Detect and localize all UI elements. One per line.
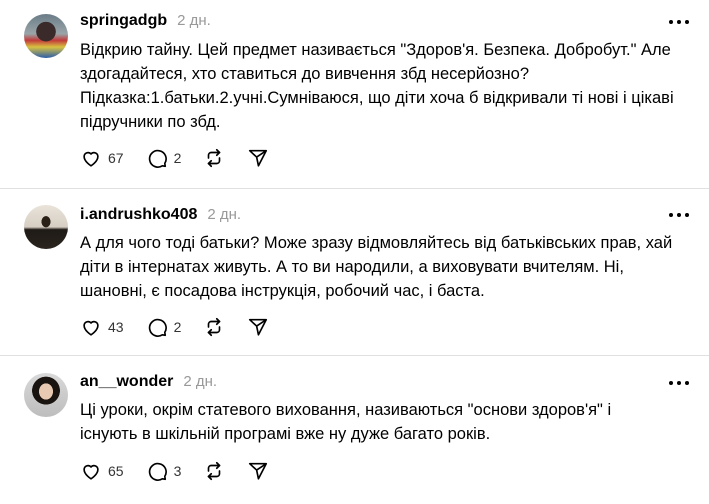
post-text-line: Ці уроки, окрім статевого виховання, наз…: [80, 401, 612, 419]
send-icon: [249, 149, 268, 167]
post-text-line: А для чого тоді батьки? Може зразу відмо…: [80, 234, 673, 252]
repost-button[interactable]: [203, 316, 225, 338]
reply-button[interactable]: 2: [146, 316, 182, 338]
more-icon[interactable]: [669, 207, 689, 223]
post-text-line: шановні, є посадова інструкція, робочий …: [80, 282, 485, 300]
post-header: an__wonder 2 дн.: [80, 373, 217, 391]
divider: [0, 355, 709, 356]
more-icon[interactable]: [669, 14, 689, 30]
action-bar: 43 2: [80, 316, 291, 338]
like-count: 67: [108, 150, 124, 166]
repost-button[interactable]: [203, 147, 225, 169]
heart-icon: [83, 151, 99, 167]
comment-icon: [148, 462, 167, 481]
username[interactable]: an__wonder: [80, 373, 173, 391]
username[interactable]: springadgb: [80, 12, 167, 30]
repost-icon: [208, 461, 221, 481]
username[interactable]: i.andrushko408: [80, 206, 197, 224]
post-header: springadgb 2 дн.: [80, 12, 211, 30]
reply-count: 2: [173, 150, 182, 166]
share-button[interactable]: [247, 147, 269, 169]
divider: [0, 188, 709, 189]
like-count: 43: [108, 319, 124, 335]
post-text-line: діти в інтернатах живуть. А то ви народи…: [80, 258, 624, 276]
reply-count: 2: [173, 319, 182, 335]
repost-icon: [208, 317, 221, 337]
send-icon: [249, 462, 268, 480]
post-text-line: Відкрию тайну. Цей предмет називається "…: [80, 41, 671, 59]
heart-icon: [83, 464, 99, 480]
like-button[interactable]: 65: [80, 460, 124, 482]
post-header: i.andrushko408 2 дн.: [80, 206, 241, 224]
action-bar: 65 3: [80, 460, 291, 482]
share-button[interactable]: [247, 316, 269, 338]
action-bar: 67 2: [80, 147, 291, 169]
reply-button[interactable]: 3: [146, 460, 182, 482]
post-text-line: підручники по збд.: [80, 113, 221, 131]
like-count: 65: [108, 463, 124, 479]
timestamp[interactable]: 2 дн.: [207, 206, 241, 223]
replies-feed: springadgb 2 дн. Відкрию тайну. Цей пред…: [0, 0, 709, 504]
more-icon[interactable]: [669, 375, 689, 391]
avatar[interactable]: [24, 14, 68, 58]
like-button[interactable]: 43: [80, 316, 124, 338]
share-button[interactable]: [247, 460, 269, 482]
timestamp[interactable]: 2 дн.: [177, 12, 211, 29]
post-text: Ці уроки, окрім статевого виховання, наз…: [80, 398, 680, 446]
post-text: Відкрию тайну. Цей предмет називається "…: [80, 38, 680, 134]
comment-icon: [148, 318, 167, 337]
repost-icon: [208, 148, 221, 168]
reply-count: 3: [173, 463, 182, 479]
post-text-line: здогадайтеся, хто ставиться до вивчення …: [80, 65, 530, 83]
reply-button[interactable]: 2: [146, 147, 182, 169]
send-icon: [249, 318, 268, 336]
post-text-line: існують в шкільній програмі вже ну дуже …: [80, 425, 491, 443]
comment-icon: [148, 149, 167, 168]
timestamp[interactable]: 2 дн.: [183, 373, 217, 390]
post-text-line: Підказка:1.батьки.2.учні.Сумніваюся, що …: [80, 89, 674, 107]
avatar[interactable]: [24, 373, 68, 417]
like-button[interactable]: 67: [80, 147, 124, 169]
post-text: А для чого тоді батьки? Може зразу відмо…: [80, 231, 680, 303]
heart-icon: [83, 320, 99, 336]
repost-button[interactable]: [203, 460, 225, 482]
avatar[interactable]: [24, 205, 68, 249]
